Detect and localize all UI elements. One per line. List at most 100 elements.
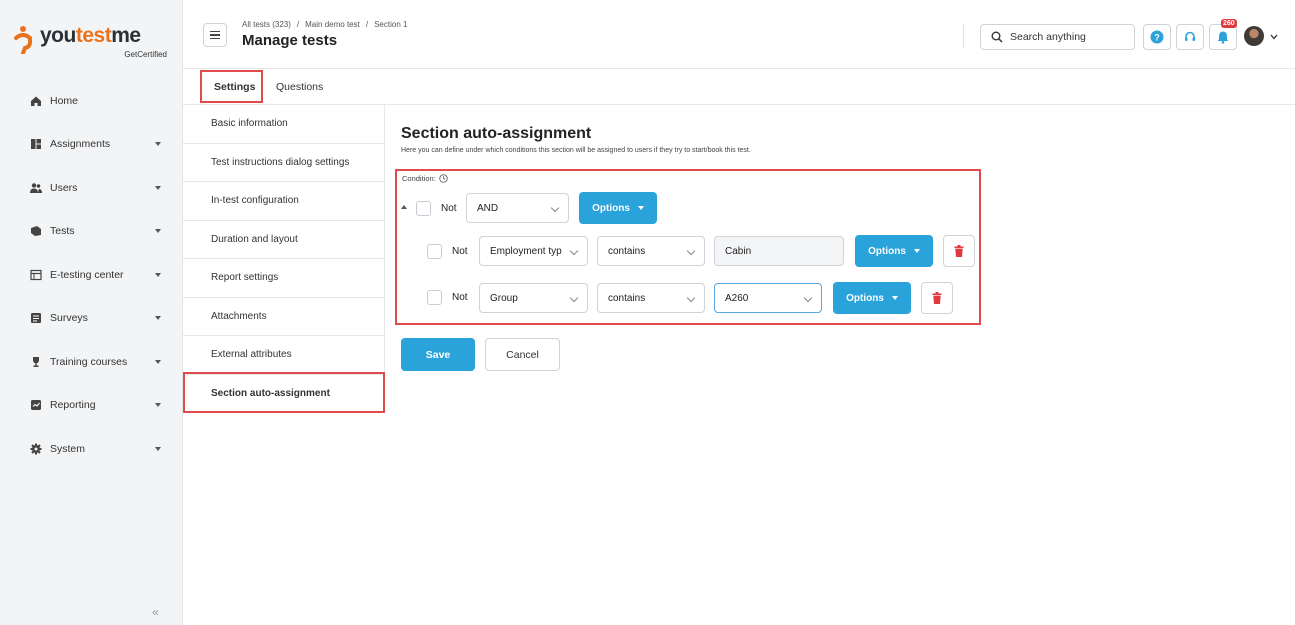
- breadcrumb-item[interactable]: All tests (323): [242, 20, 291, 29]
- settings-item-external-attributes[interactable]: External attributes: [183, 336, 384, 375]
- chevron-down-icon[interactable]: [1270, 34, 1278, 40]
- headset-icon: [1185, 31, 1195, 41]
- search-icon: [991, 31, 1003, 43]
- caret-down-icon: [891, 296, 898, 300]
- chevron-down-icon: [155, 272, 161, 277]
- sidebar-item-label: Tests: [50, 225, 75, 238]
- group-operator-select[interactable]: AND: [466, 193, 569, 223]
- brand-name: youtestme: [40, 24, 141, 47]
- chevron-down-icon: [155, 359, 161, 364]
- support-button[interactable]: [1176, 24, 1204, 50]
- rule-comparator-select[interactable]: contains: [597, 283, 705, 313]
- breadcrumb: All tests (323) / Main demo test / Section 1: [242, 20, 408, 29]
- rule-not-checkbox[interactable]: [427, 290, 442, 305]
- reporting-icon: [30, 399, 42, 411]
- group-not-label: Not: [441, 203, 457, 214]
- rule-options-button[interactable]: Options: [855, 235, 933, 267]
- settings-item-section-auto-assignment[interactable]: Section auto-assignment: [183, 375, 384, 413]
- chevron-down-icon: [686, 246, 696, 256]
- rule-not-checkbox[interactable]: [427, 244, 442, 259]
- settings-item-duration-and-layout[interactable]: Duration and layout: [183, 221, 384, 259]
- group-not-checkbox[interactable]: [416, 201, 431, 216]
- brand-tagline: GetCertified: [124, 50, 167, 59]
- cancel-button[interactable]: Cancel: [485, 338, 560, 371]
- chevron-down-icon: [686, 293, 696, 303]
- sidebar-item-label: System: [50, 442, 86, 455]
- sidebar-item-e-testing-center[interactable]: E-testing center: [0, 253, 183, 297]
- rule-field-select[interactable]: Group: [479, 283, 588, 313]
- help-icon: ?: [1150, 30, 1164, 44]
- sidebar-item-reporting[interactable]: Reporting: [0, 384, 183, 428]
- sidebar-item-label: Home: [50, 94, 79, 107]
- rule-options-button[interactable]: Options: [833, 282, 911, 314]
- rule-delete-button[interactable]: [921, 282, 953, 314]
- sidebar-item-users[interactable]: Users: [0, 166, 183, 210]
- caret-down-icon: [913, 249, 920, 253]
- breadcrumb-item[interactable]: Main demo test: [305, 20, 360, 29]
- condition-label: Condition:: [402, 174, 448, 183]
- settings-item-attachments[interactable]: Attachments: [183, 298, 384, 336]
- rule-not-label: Not: [452, 246, 468, 257]
- chevron-down-icon: [155, 403, 161, 408]
- tab-bar: Settings Questions: [183, 69, 1295, 105]
- avatar[interactable]: [1244, 26, 1264, 46]
- sidebar-item-training-courses[interactable]: Training courses: [0, 340, 183, 384]
- sidebar: youtestme GetCertified Home Assignments …: [0, 0, 183, 625]
- clock-info-icon[interactable]: [439, 174, 448, 183]
- trash-icon: [954, 245, 964, 257]
- menu-toggle-button[interactable]: [203, 23, 227, 47]
- rule-value-input[interactable]: Cabin: [714, 236, 844, 266]
- users-icon: [30, 182, 42, 194]
- tests-icon: [30, 225, 42, 237]
- group-options-button[interactable]: Options: [579, 192, 657, 224]
- trash-icon: [932, 292, 942, 304]
- sidebar-item-tests[interactable]: Tests: [0, 210, 183, 254]
- brand-logo[interactable]: youtestme GetCertified: [12, 22, 177, 59]
- settings-item-in-test-configuration[interactable]: In-test configuration: [183, 182, 384, 221]
- bell-icon: [1217, 31, 1229, 44]
- sidebar-item-label: Reporting: [50, 399, 96, 412]
- settings-item-test-instructions[interactable]: Test instructions dialog settings: [183, 144, 384, 182]
- chevron-down-icon: [155, 229, 161, 234]
- sidebar-nav: Home Assignments Users Tests E-testing c…: [0, 79, 183, 471]
- breadcrumb-item: Section 1: [374, 20, 408, 29]
- save-button[interactable]: Save: [401, 338, 475, 371]
- rule-comparator-select[interactable]: contains: [597, 236, 705, 266]
- sidebar-item-surveys[interactable]: Surveys: [0, 297, 183, 341]
- help-button[interactable]: ?: [1143, 24, 1171, 50]
- collapse-sidebar-button[interactable]: «: [152, 605, 159, 619]
- chevron-down-icon: [803, 293, 813, 303]
- assignments-icon: [30, 138, 42, 150]
- chevron-down-icon: [155, 316, 161, 321]
- chevron-down-icon: [569, 293, 579, 303]
- home-icon: [30, 95, 42, 107]
- settings-item-report-settings[interactable]: Report settings: [183, 259, 384, 298]
- page-title: Manage tests: [242, 32, 338, 49]
- sidebar-item-home[interactable]: Home: [0, 79, 183, 123]
- rule-not-label: Not: [452, 292, 468, 303]
- rule-delete-button[interactable]: [943, 235, 975, 267]
- rule-field-select[interactable]: Employment typ: [479, 236, 588, 266]
- rule-value-select[interactable]: A260: [714, 283, 822, 313]
- chevron-down-icon: [155, 446, 161, 451]
- gear-icon: [30, 443, 42, 455]
- collapse-group-icon[interactable]: [401, 205, 407, 209]
- tab-settings[interactable]: Settings: [214, 81, 255, 93]
- search-input[interactable]: Search anything: [980, 24, 1135, 50]
- surveys-icon: [30, 312, 42, 324]
- chevron-down-icon: [155, 142, 161, 147]
- chevron-down-icon: [569, 246, 579, 256]
- chevron-down-icon: [155, 185, 161, 190]
- trophy-icon: [30, 356, 42, 368]
- sidebar-item-label: Surveys: [50, 312, 88, 325]
- settings-item-basic-information[interactable]: Basic information: [183, 105, 384, 144]
- tab-questions[interactable]: Questions: [276, 81, 323, 93]
- sidebar-item-label: Users: [50, 181, 78, 194]
- sidebar-item-label: Assignments: [50, 138, 111, 151]
- settings-menu: Basic information Test instructions dial…: [183, 105, 385, 413]
- sidebar-item-label: Training courses: [50, 355, 128, 368]
- section-title: Section auto-assignment: [401, 125, 592, 142]
- sidebar-item-assignments[interactable]: Assignments: [0, 123, 183, 167]
- sidebar-item-system[interactable]: System: [0, 427, 183, 471]
- notification-count-badge: 260: [1221, 19, 1237, 28]
